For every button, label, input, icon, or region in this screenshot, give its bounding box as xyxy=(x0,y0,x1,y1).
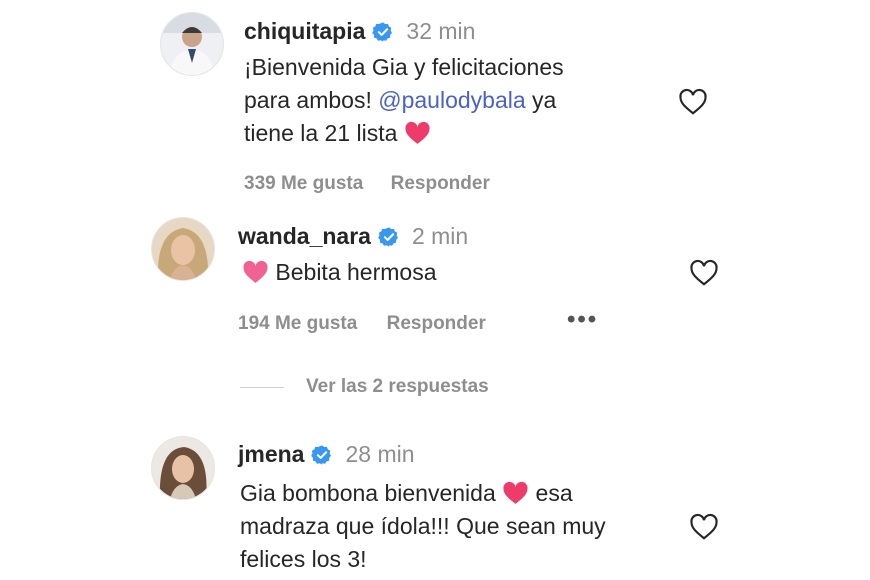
likes-count[interactable]: 194 Me gusta xyxy=(238,313,357,335)
heart-emoji-icon xyxy=(405,121,430,144)
like-heart-icon[interactable] xyxy=(689,259,719,287)
comment-line: Gia bombona bienvenida esa xyxy=(240,480,573,506)
timestamp: 2 min xyxy=(411,223,469,249)
view-replies-button[interactable]: Ver las 2 respuestas xyxy=(306,376,489,398)
comment-line: para ambos! @paulodybala ya xyxy=(244,87,557,113)
reply-button[interactable]: Responder xyxy=(391,173,490,195)
comment-line: felices los 3! xyxy=(240,546,367,572)
like-heart-icon[interactable] xyxy=(678,88,708,116)
pink-heart-emoji-icon xyxy=(243,260,268,283)
avatar-chiquitapia[interactable] xyxy=(160,12,224,76)
comment-text: ¡Bienvenida Gia y felicitaciones para am… xyxy=(244,51,564,150)
more-options-icon[interactable]: ••• xyxy=(567,306,598,334)
comment-text: Bebita hermosa xyxy=(242,256,436,289)
likes-count[interactable]: 339 Me gusta xyxy=(244,173,363,195)
timestamp: 32 min xyxy=(406,18,476,44)
verified-badge-icon xyxy=(378,226,398,247)
timestamp: 28 min xyxy=(345,441,415,467)
avatar-jmena[interactable] xyxy=(151,436,215,500)
comment-actions: 194 Me gusta Responder xyxy=(238,313,486,335)
replies-divider xyxy=(240,387,284,388)
username[interactable]: chiquitapia xyxy=(244,18,365,45)
comment-text: Gia bombona bienvenida esa madraza que í… xyxy=(240,477,606,576)
verified-badge-icon xyxy=(311,444,332,465)
avatar-wanda-nara[interactable] xyxy=(151,217,215,281)
comment-actions: 339 Me gusta Responder xyxy=(244,173,490,195)
verified-badge-icon xyxy=(372,21,393,42)
like-heart-icon[interactable] xyxy=(689,513,719,541)
heart-emoji-icon xyxy=(503,481,528,504)
comment-line: Bebita hermosa xyxy=(242,256,436,289)
comment-header: chiquitapia 32 min xyxy=(244,18,475,45)
comment-header: jmena 28 min xyxy=(238,441,415,468)
mention-link[interactable]: @paulodybala xyxy=(378,87,525,113)
comment-line: ¡Bienvenida Gia y felicitaciones xyxy=(244,54,564,80)
comment-line: madraza que ídola!!! Que sean muy xyxy=(240,513,606,539)
comment-line: tiene la 21 lista xyxy=(244,117,564,150)
comment-header: wanda_nara 2 min xyxy=(238,223,468,250)
username[interactable]: wanda_nara xyxy=(238,223,371,250)
username[interactable]: jmena xyxy=(238,441,304,468)
reply-button[interactable]: Responder xyxy=(387,313,486,335)
